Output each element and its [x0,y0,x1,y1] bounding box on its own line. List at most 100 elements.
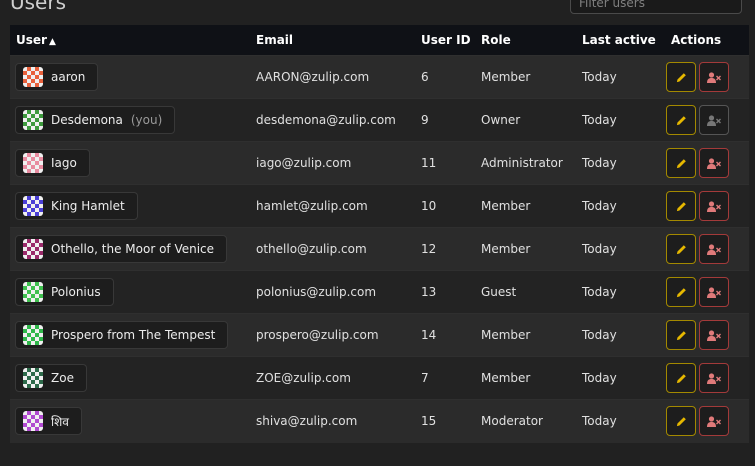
user-pill[interactable]: Iago [15,149,90,177]
edit-user-button[interactable] [666,320,696,350]
table-row: aaron AARON@zulip.com 6 Member Today [10,55,749,99]
actions-cell [665,227,749,271]
user-id: 6 [415,55,475,99]
actions-cell [665,55,749,99]
user-email: othello@zulip.com [250,227,415,271]
deactivate-user-button[interactable] [699,277,729,307]
pencil-icon [676,115,686,125]
user-pill[interactable]: Prospero from The Tempest [15,321,229,349]
actions-cell [665,270,749,314]
table-row: Polonius polonius@zulip.com 13 Guest Tod… [10,270,749,314]
column-header-email[interactable]: Email [250,25,415,56]
user-name: Iago [51,156,77,170]
filter-users-input[interactable] [570,0,742,14]
table-row: Othello, the Moor of Venice othello@zuli… [10,227,749,271]
user-email: shiva@zulip.com [250,399,415,443]
table-row: Iago iago@zulip.com 11 Administrator Tod… [10,141,749,185]
avatar [23,110,43,130]
user-last-active: Today [576,98,665,142]
you-tag: (you) [130,113,163,127]
column-header-role[interactable]: Role [475,25,576,56]
deactivate-user-button[interactable] [699,105,729,135]
user-name: Othello, the Moor of Venice [51,242,215,256]
user-name: Desdemona [51,113,123,127]
user-last-active: Today [576,141,665,185]
user-pill[interactable]: Desdemona (you) [15,106,176,134]
user-times-icon [707,71,721,83]
user-id: 9 [415,98,475,142]
deactivate-user-button[interactable] [699,62,729,92]
table-row: King Hamlet hamlet@zulip.com 10 Member T… [10,184,749,228]
edit-user-button[interactable] [666,363,696,393]
table-row: शिव shiva@zulip.com 15 Moderator Today [10,399,749,443]
user-pill[interactable]: aaron [15,63,99,91]
edit-user-button[interactable] [666,191,696,221]
pencil-icon [676,158,686,168]
actions-cell [665,356,749,400]
column-header-user-label: User [16,33,47,47]
user-role: Member [475,356,576,400]
table-row: Zoe ZOE@zulip.com 7 Member Today [10,356,749,400]
pencil-icon [676,330,686,340]
users-table: User ▲ Email User ID Role Last active Act… [10,25,749,443]
user-times-icon [707,329,721,341]
user-cell: King Hamlet [10,184,250,228]
user-pill[interactable]: King Hamlet [15,192,138,220]
user-last-active: Today [576,270,665,314]
table-header-row: User ▲ Email User ID Role Last active Act… [10,25,749,56]
user-name: शिव [51,414,69,429]
user-times-icon [707,416,721,427]
user-pill[interactable]: Zoe [15,364,87,392]
user-id: 11 [415,141,475,185]
user-pill[interactable]: Polonius [15,278,114,306]
column-header-last-active[interactable]: Last active [576,25,665,56]
user-email: polonius@zulip.com [250,270,415,314]
user-id: 15 [415,399,475,443]
pencil-icon [676,201,686,211]
edit-user-button[interactable] [666,148,696,178]
deactivate-user-button[interactable] [699,148,729,178]
pencil-icon [676,416,686,426]
edit-user-button[interactable] [666,277,696,307]
column-header-actions: Actions [665,25,749,56]
user-cell: Desdemona (you) [10,98,250,142]
user-role: Administrator [475,141,576,185]
deactivate-user-button[interactable] [699,406,729,437]
user-last-active: Today [576,227,665,271]
column-header-user-id[interactable]: User ID [415,25,475,56]
edit-user-button[interactable] [666,406,696,437]
actions-cell [665,313,749,357]
avatar [23,239,43,259]
user-role: Member [475,184,576,228]
user-name: King Hamlet [51,199,125,213]
deactivate-user-button[interactable] [699,363,729,393]
user-role: Member [475,227,576,271]
user-role: Moderator [475,399,576,443]
user-name: aaron [51,70,86,84]
user-role: Member [475,313,576,357]
user-cell: aaron [10,55,250,99]
user-email: AARON@zulip.com [250,55,415,99]
avatar [23,368,43,388]
user-cell: शिव [10,399,250,443]
table-row: Prospero from The Tempest prospero@zulip… [10,313,749,357]
edit-user-button[interactable] [666,62,696,92]
pencil-icon [676,244,686,254]
user-times-icon [707,372,721,384]
deactivate-user-button[interactable] [699,234,729,264]
actions-cell [665,184,749,228]
user-cell: Iago [10,141,250,185]
deactivate-user-button[interactable] [699,320,729,350]
user-email: iago@zulip.com [250,141,415,185]
edit-user-button[interactable] [666,105,696,135]
user-pill[interactable]: शिव [15,407,82,436]
deactivate-user-button[interactable] [699,191,729,221]
column-header-user[interactable]: User ▲ [10,25,250,56]
pencil-icon [676,373,686,383]
users-table-container: User ▲ Email User ID Role Last active Act… [10,25,749,443]
actions-cell [665,141,749,185]
user-id: 14 [415,313,475,357]
user-times-icon [707,114,721,126]
user-pill[interactable]: Othello, the Moor of Venice [15,235,228,263]
edit-user-button[interactable] [666,234,696,264]
